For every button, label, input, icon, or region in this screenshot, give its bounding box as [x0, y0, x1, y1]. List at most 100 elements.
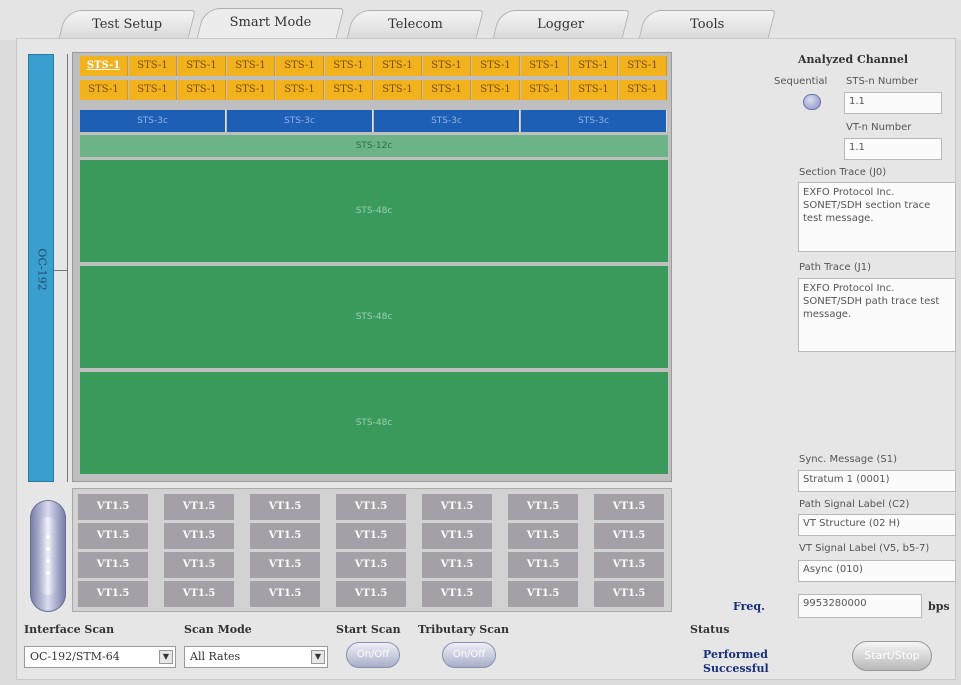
- vt-cell[interactable]: VT1.5: [78, 552, 148, 578]
- path-trace-label: Path Trace (J1): [799, 262, 871, 273]
- vt-cell[interactable]: VT1.5: [422, 552, 492, 578]
- sts3c-cell[interactable]: STS-3c: [521, 110, 667, 132]
- sts1-cell[interactable]: STS-1: [178, 56, 226, 76]
- start-stop-button[interactable]: Start/Stop: [852, 641, 932, 671]
- sts1-cell[interactable]: STS-1: [619, 56, 667, 76]
- freq-unit: bps: [928, 600, 950, 613]
- tab-logger[interactable]: Logger: [492, 10, 630, 40]
- sts3c-cell[interactable]: STS-3c: [227, 110, 373, 132]
- vt-cell[interactable]: VT1.5: [164, 552, 234, 578]
- oc-192-bar[interactable]: OC-192: [28, 54, 54, 482]
- dot-icon: [46, 571, 50, 575]
- vt-signal-label-field[interactable]: Async (010): [798, 560, 956, 582]
- vt-cell[interactable]: VT1.5: [422, 581, 492, 607]
- freq-label: Freq.: [733, 600, 765, 613]
- sts1-cell[interactable]: STS-1: [619, 80, 667, 100]
- vt-cell[interactable]: VT1.5: [78, 581, 148, 607]
- status-value-line2: Successful: [703, 662, 769, 675]
- tab-telecom[interactable]: Telecom: [346, 10, 484, 40]
- sts1-cell[interactable]: STS-1: [423, 56, 471, 76]
- sts48c-block[interactable]: STS-48c: [80, 372, 668, 474]
- vt-cell[interactable]: VT1.5: [164, 581, 234, 607]
- sts3c-cell[interactable]: STS-3c: [80, 110, 226, 132]
- vt-cell[interactable]: VT1.5: [336, 552, 406, 578]
- sts12c-block[interactable]: STS-12c: [80, 135, 668, 157]
- vt-cell[interactable]: VT1.5: [250, 494, 320, 520]
- sts1-cell[interactable]: STS-1: [374, 56, 422, 76]
- sts1-cell[interactable]: STS-1: [80, 56, 128, 76]
- vt-cell[interactable]: VT1.5: [336, 494, 406, 520]
- sts1-cell[interactable]: STS-1: [521, 80, 569, 100]
- sts1-cell[interactable]: STS-1: [521, 56, 569, 76]
- vt-cell[interactable]: VT1.5: [594, 581, 664, 607]
- vt-cell[interactable]: VT1.5: [508, 523, 578, 549]
- vt-cell[interactable]: VT1.5: [164, 494, 234, 520]
- sts1-cell[interactable]: STS-1: [276, 80, 324, 100]
- sync-message-field[interactable]: Stratum 1 (0001): [798, 470, 956, 492]
- sts1-cell[interactable]: STS-1: [129, 80, 177, 100]
- sts1-cell[interactable]: STS-1: [570, 80, 618, 100]
- tributary-scan-label: Tributary Scan: [418, 623, 510, 636]
- sts48c-block[interactable]: STS-48c: [80, 160, 668, 262]
- vt-cell[interactable]: VT1.5: [336, 523, 406, 549]
- interface-scan-value: OC-192/STM-64: [30, 650, 120, 663]
- vt-cell[interactable]: VT1.5: [250, 581, 320, 607]
- sts1-cell[interactable]: STS-1: [129, 56, 177, 76]
- vt-cell[interactable]: VT1.5: [336, 581, 406, 607]
- sts1-cell[interactable]: STS-1: [80, 80, 128, 100]
- sts1-cell[interactable]: STS-1: [178, 80, 226, 100]
- tab-test-setup[interactable]: Test Setup: [58, 10, 196, 40]
- tab-bar: Test Setup Smart Mode Telecom Logger Too…: [0, 0, 961, 42]
- sts1-cell[interactable]: STS-1: [374, 80, 422, 100]
- sts3c-cell[interactable]: STS-3c: [374, 110, 520, 132]
- vt-cell[interactable]: VT1.5: [250, 523, 320, 549]
- tree-connector: [54, 270, 68, 271]
- sts1-cell[interactable]: STS-1: [227, 80, 275, 100]
- sts48c-label: STS-48c: [355, 206, 393, 216]
- tab-label: Telecom: [387, 17, 443, 32]
- vt-cell[interactable]: VT1.5: [508, 494, 578, 520]
- start-scan-button[interactable]: On/Off: [346, 642, 400, 668]
- sts-n-number-field[interactable]: 1.1: [844, 92, 942, 114]
- chevron-down-icon[interactable]: ▼: [159, 650, 173, 664]
- vt-cell[interactable]: VT1.5: [508, 552, 578, 578]
- sts1-cell[interactable]: STS-1: [325, 80, 373, 100]
- section-trace-field[interactable]: EXFO Protocol Inc. SONET/SDH section tra…: [798, 182, 956, 252]
- vt-cell[interactable]: VT1.5: [594, 494, 664, 520]
- vt-cell[interactable]: VT1.5: [78, 494, 148, 520]
- vt-cell[interactable]: VT1.5: [594, 523, 664, 549]
- sts1-cell[interactable]: STS-1: [423, 80, 471, 100]
- vt-scroll-control[interactable]: [30, 500, 66, 612]
- sts1-cell[interactable]: STS-1: [472, 80, 520, 100]
- path-trace-field[interactable]: EXFO Protocol Inc. SONET/SDH path trace …: [798, 278, 956, 352]
- vt-scroll-thumb[interactable]: [39, 517, 57, 595]
- dot-icon: [46, 559, 50, 563]
- chevron-down-icon[interactable]: ▼: [311, 650, 325, 664]
- tab-smart-mode[interactable]: Smart Mode: [195, 8, 345, 42]
- path-signal-label-field[interactable]: VT Structure (02 H): [798, 514, 956, 536]
- vt-cell[interactable]: VT1.5: [422, 523, 492, 549]
- interface-scan-select[interactable]: OC-192/STM-64 ▼: [24, 646, 176, 668]
- tab-tools[interactable]: Tools: [638, 10, 776, 40]
- sts1-cell[interactable]: STS-1: [276, 56, 324, 76]
- vt-cell[interactable]: VT1.5: [422, 494, 492, 520]
- tributary-scan-button[interactable]: On/Off: [442, 642, 496, 668]
- vt-n-number-field[interactable]: 1.1: [844, 138, 942, 160]
- vt-cell[interactable]: VT1.5: [78, 523, 148, 549]
- vt-cell[interactable]: VT1.5: [164, 523, 234, 549]
- sts1-cell[interactable]: STS-1: [472, 56, 520, 76]
- sts1-cell[interactable]: STS-1: [570, 56, 618, 76]
- vt-cell[interactable]: VT1.5: [594, 552, 664, 578]
- vt-cell[interactable]: VT1.5: [508, 581, 578, 607]
- sts48c-block[interactable]: STS-48c: [80, 266, 668, 368]
- sts1-cell[interactable]: STS-1: [227, 56, 275, 76]
- status-value-line1: Performed: [703, 648, 768, 661]
- tab-label: Tools: [690, 17, 725, 32]
- scan-mode-select[interactable]: All Rates ▼: [184, 646, 328, 668]
- sts1-cell[interactable]: STS-1: [325, 56, 373, 76]
- vt-cell[interactable]: VT1.5: [250, 552, 320, 578]
- vt-cells: VT1.5 VT1.5 VT1.5 VT1.5 VT1.5 VT1.5 VT1.5 VT1.5…: [78, 494, 668, 608]
- sequential-toggle[interactable]: [803, 94, 821, 110]
- tab-label: Smart Mode: [229, 15, 312, 30]
- sync-message-label: Sync. Message (S1): [799, 454, 897, 465]
